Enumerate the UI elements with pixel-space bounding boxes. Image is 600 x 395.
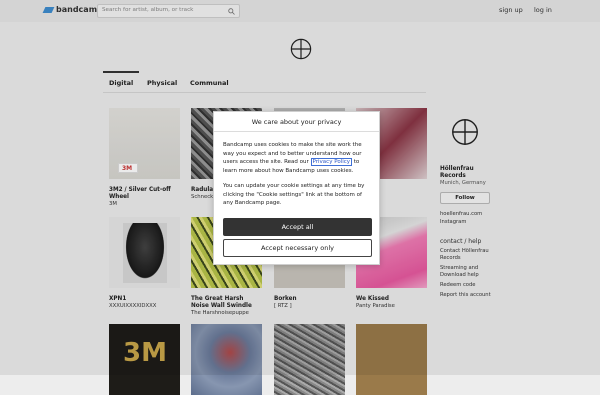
cookie-consent-dialog: We care about your privacy Bandcamp uses… [213,111,380,265]
dialog-body: Bandcamp uses cookies to make the site w… [214,132,379,208]
accept-necessary-button[interactable]: Accept necessary only [223,239,372,257]
privacy-policy-link[interactable]: Privacy Policy [310,158,353,166]
cookie-paragraph-1: Bandcamp uses cookies to make the site w… [223,141,371,175]
cookie-paragraph-2: You can update your cookie settings at a… [223,183,365,206]
dialog-title: We care about your privacy [214,112,379,132]
accept-all-button[interactable]: Accept all [223,218,372,236]
